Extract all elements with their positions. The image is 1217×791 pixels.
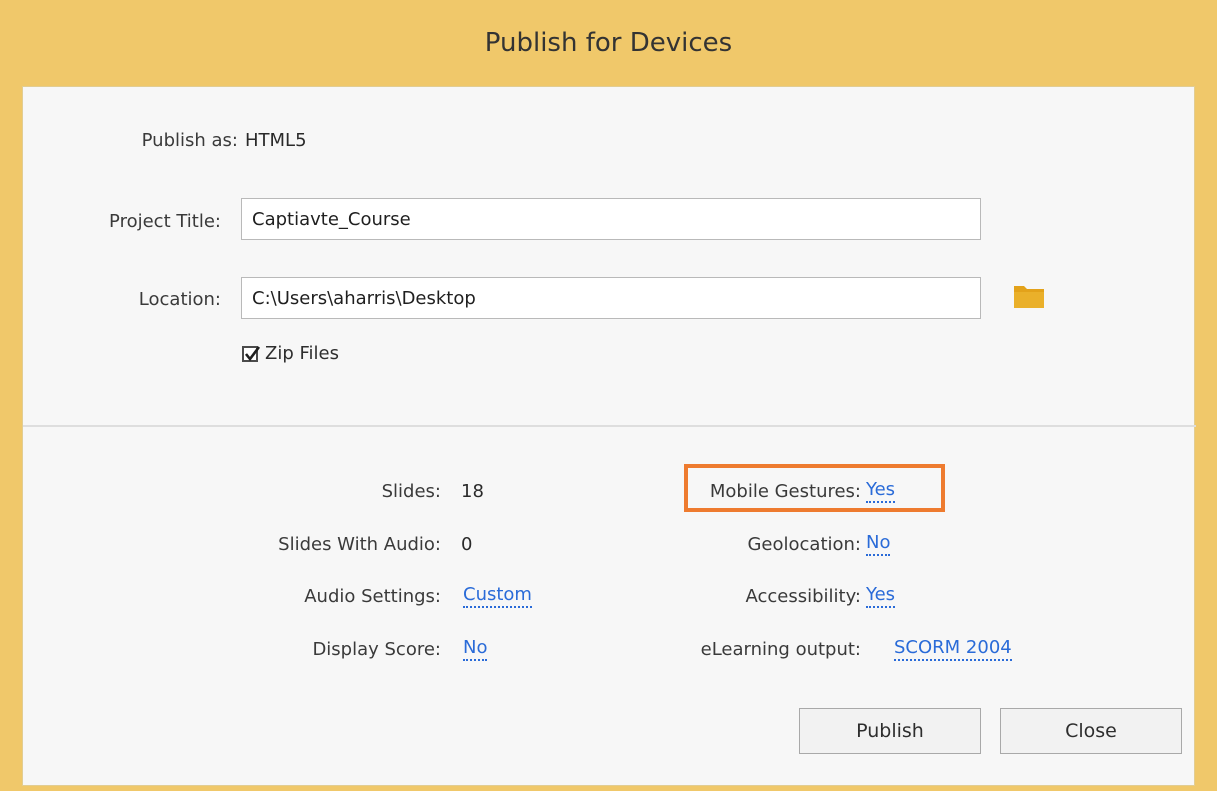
accessibility-label: Accessibility:	[745, 586, 861, 607]
publish-as-label: Publish as:	[141, 130, 238, 151]
publish-for-devices-dialog: Publish for Devices Publish as: HTML5 Pr…	[0, 0, 1217, 791]
publish-as-value: HTML5	[245, 130, 307, 151]
display-score-label: Display Score:	[312, 639, 441, 660]
close-button[interactable]: Close	[1000, 708, 1182, 754]
location-label: Location:	[138, 289, 221, 310]
mobile-gestures-link[interactable]: Yes	[866, 479, 896, 503]
section-divider	[23, 425, 1196, 427]
dialog-content: Publish as: HTML5 Project Title: Locatio…	[22, 86, 1196, 786]
dialog-title: Publish for Devices	[484, 28, 733, 58]
audio-settings-label: Audio Settings:	[304, 586, 441, 607]
slides-label: Slides:	[381, 481, 441, 502]
zip-files-checkbox-row[interactable]: Zip Files	[242, 343, 339, 364]
slides-with-audio-value: 0	[461, 534, 473, 555]
geolocation-label: Geolocation:	[747, 534, 861, 555]
project-title-label: Project Title:	[109, 211, 221, 232]
elearning-output-link[interactable]: SCORM 2004	[894, 637, 1012, 661]
slides-with-audio-label: Slides With Audio:	[278, 534, 441, 555]
geolocation-link[interactable]: No	[866, 532, 891, 556]
project-title-input[interactable]	[241, 198, 981, 240]
publish-button[interactable]: Publish	[799, 708, 981, 754]
mobile-gestures-label: Mobile Gestures:	[709, 481, 861, 502]
elearning-output-label: eLearning output:	[700, 639, 861, 660]
zip-files-label: Zip Files	[265, 343, 339, 364]
audio-settings-link[interactable]: Custom	[463, 584, 532, 608]
dialog-titlebar[interactable]: Publish for Devices	[0, 0, 1217, 86]
zip-files-checkbox[interactable]	[242, 345, 261, 362]
accessibility-link[interactable]: Yes	[866, 584, 896, 608]
slides-value: 18	[461, 481, 484, 502]
display-score-link[interactable]: No	[463, 637, 488, 661]
checkmark-icon	[244, 345, 261, 361]
folder-icon[interactable]	[1013, 283, 1045, 309]
location-input[interactable]	[241, 277, 981, 319]
